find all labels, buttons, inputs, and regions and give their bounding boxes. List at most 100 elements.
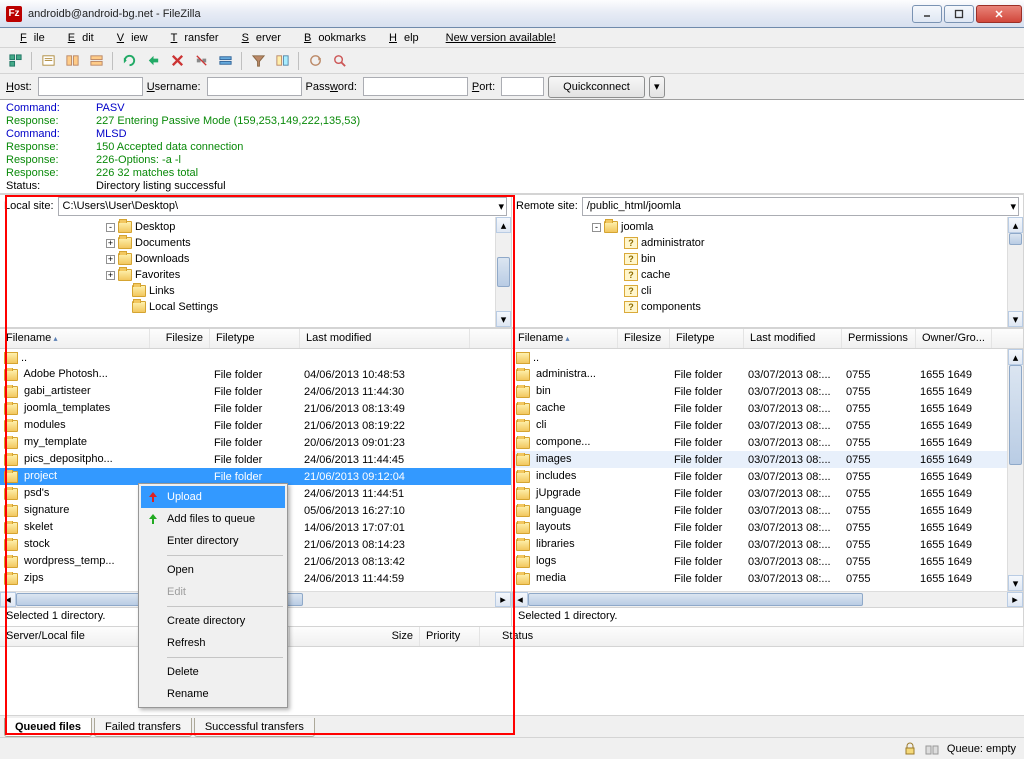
col-filetype[interactable]: Filetype xyxy=(670,329,744,348)
menu-help[interactable]: Help xyxy=(375,30,426,46)
toggle-log-icon[interactable] xyxy=(37,50,59,72)
tree-item[interactable]: Links xyxy=(0,283,511,299)
reconnect-icon[interactable] xyxy=(214,50,236,72)
scrollbar[interactable]: ▴▾ xyxy=(1007,349,1023,591)
tree-item[interactable]: +Favorites xyxy=(0,267,511,283)
ctx-refresh[interactable]: Refresh xyxy=(141,632,285,654)
tree-item[interactable]: ?bin xyxy=(512,251,1023,267)
site-manager-icon[interactable] xyxy=(4,50,26,72)
maximize-button[interactable] xyxy=(944,5,974,23)
port-input[interactable] xyxy=(501,77,544,96)
toggle-queue-icon[interactable] xyxy=(85,50,107,72)
menu-server[interactable]: Server xyxy=(228,30,288,46)
tree-item[interactable]: ?administrator xyxy=(512,235,1023,251)
list-item[interactable]: .. xyxy=(0,349,511,366)
list-item[interactable]: gabi_artisteerFile folder24/06/2013 11:4… xyxy=(0,383,511,400)
menu-bookmarks[interactable]: Bookmarks xyxy=(290,30,373,46)
list-item[interactable]: includesFile folder03/07/2013 08:...0755… xyxy=(512,468,1023,485)
ctx-delete[interactable]: Delete xyxy=(141,661,285,683)
list-item[interactable]: administra...File folder03/07/2013 08:..… xyxy=(512,366,1023,383)
col-modified[interactable]: Last modified xyxy=(744,329,842,348)
menu-new-version[interactable]: New version available! xyxy=(432,30,570,46)
col-permissions[interactable]: Permissions xyxy=(842,329,916,348)
remote-tree[interactable]: -joomla?administrator?bin?cache?cli?comp… xyxy=(512,217,1023,317)
cancel-icon[interactable] xyxy=(166,50,188,72)
col-filetype[interactable]: Filetype xyxy=(210,329,300,348)
ctx-enter-directory[interactable]: Enter directory xyxy=(141,530,285,552)
compare-icon[interactable] xyxy=(271,50,293,72)
tree-item[interactable]: +Documents xyxy=(0,235,511,251)
col-filesize[interactable]: Filesize xyxy=(618,329,670,348)
search-icon[interactable] xyxy=(328,50,350,72)
remote-list-header[interactable]: Filename Filesize Filetype Last modified… xyxy=(512,329,1023,349)
tree-item[interactable]: Local Settings xyxy=(0,299,511,315)
list-item[interactable]: my_templateFile folder20/06/2013 09:01:2… xyxy=(0,434,511,451)
local-path-combo[interactable]: C:\Users\User\Desktop\▾ xyxy=(58,197,507,216)
list-item[interactable]: compone...File folder03/07/2013 08:...07… xyxy=(512,434,1023,451)
scrollbar[interactable]: ▴▾ xyxy=(495,217,511,327)
menu-file[interactable]: File xyxy=(6,30,52,46)
list-item[interactable]: librariesFile folder03/07/2013 08:...075… xyxy=(512,536,1023,553)
list-item[interactable]: .. xyxy=(512,349,1023,366)
list-item[interactable]: modulesFile folder21/06/2013 08:19:22 xyxy=(0,417,511,434)
refresh-icon[interactable] xyxy=(118,50,140,72)
col-owner[interactable]: Owner/Gro... xyxy=(916,329,992,348)
col-modified[interactable]: Last modified xyxy=(300,329,470,348)
chevron-down-icon: ▾ xyxy=(498,200,504,213)
message-log[interactable]: Command:PASVResponse:227 Entering Passiv… xyxy=(0,100,1024,195)
ctx-create-directory[interactable]: Create directory xyxy=(141,610,285,632)
list-item[interactable]: logsFile folder03/07/2013 08:...07551655… xyxy=(512,553,1023,570)
tree-item[interactable]: -Desktop xyxy=(0,219,511,235)
list-item[interactable]: languageFile folder03/07/2013 08:...0755… xyxy=(512,502,1023,519)
remote-site-label: Remote site: xyxy=(516,200,578,212)
queue-tabs: Queued files Failed transfers Successful… xyxy=(0,715,1024,737)
menu-transfer[interactable]: Transfer xyxy=(157,30,226,46)
tree-item[interactable]: ?cache xyxy=(512,267,1023,283)
list-item[interactable]: jUpgradeFile folder03/07/2013 08:...0755… xyxy=(512,485,1023,502)
remote-file-list[interactable]: .. administra...File folder03/07/2013 08… xyxy=(512,349,1023,591)
quickconnect-dropdown-icon[interactable]: ▾ xyxy=(649,76,665,98)
ctx-add-to-queue[interactable]: Add files to queue xyxy=(141,508,285,530)
list-item[interactable]: cacheFile folder03/07/2013 08:...0755165… xyxy=(512,400,1023,417)
tree-item[interactable]: ?cli xyxy=(512,283,1023,299)
username-input[interactable] xyxy=(207,77,302,96)
list-item[interactable]: binFile folder03/07/2013 08:...07551655 … xyxy=(512,383,1023,400)
list-item[interactable]: mediaFile folder03/07/2013 08:...0755165… xyxy=(512,570,1023,587)
menu-edit[interactable]: Edit xyxy=(54,30,101,46)
tab-successful[interactable]: Successful transfers xyxy=(194,718,315,737)
scrollbar[interactable]: ▴▾ xyxy=(1007,217,1023,327)
close-button[interactable] xyxy=(976,5,1022,23)
tree-item[interactable]: -joomla xyxy=(512,219,1023,235)
ctx-upload[interactable]: Upload xyxy=(141,486,285,508)
ctx-rename[interactable]: Rename xyxy=(141,683,285,705)
scrollbar[interactable]: ◂▸ xyxy=(512,591,1023,607)
remote-path-combo[interactable]: /public_html/joomla▾ xyxy=(582,197,1019,216)
tab-failed[interactable]: Failed transfers xyxy=(94,718,192,737)
minimize-button[interactable] xyxy=(912,5,942,23)
tree-item[interactable]: ?components xyxy=(512,299,1023,315)
list-item[interactable]: pics_depositpho...File folder24/06/2013 … xyxy=(0,451,511,468)
list-item[interactable]: imagesFile folder03/07/2013 08:...075516… xyxy=(512,451,1023,468)
col-filesize[interactable]: Filesize xyxy=(150,329,210,348)
toolbar xyxy=(0,48,1024,74)
toggle-tree-icon[interactable] xyxy=(61,50,83,72)
list-item[interactable]: cliFile folder03/07/2013 08:...07551655 … xyxy=(512,417,1023,434)
menu-view[interactable]: View xyxy=(103,30,155,46)
sync-browse-icon[interactable] xyxy=(304,50,326,72)
local-list-header[interactable]: Filename Filesize Filetype Last modified xyxy=(0,329,511,349)
disconnect-icon[interactable] xyxy=(190,50,212,72)
col-filename[interactable]: Filename xyxy=(512,329,618,348)
local-tree[interactable]: -Desktop+Documents+Downloads+FavoritesLi… xyxy=(0,217,511,317)
list-item[interactable]: layoutsFile folder03/07/2013 08:...07551… xyxy=(512,519,1023,536)
list-item[interactable]: joomla_templatesFile folder21/06/2013 08… xyxy=(0,400,511,417)
filter-icon[interactable] xyxy=(247,50,269,72)
process-queue-icon[interactable] xyxy=(142,50,164,72)
quickconnect-button[interactable]: Quickconnect xyxy=(548,76,645,98)
ctx-open[interactable]: Open xyxy=(141,559,285,581)
col-filename[interactable]: Filename xyxy=(0,329,150,348)
password-input[interactable] xyxy=(363,77,468,96)
tree-item[interactable]: +Downloads xyxy=(0,251,511,267)
tab-queued[interactable]: Queued files xyxy=(4,718,92,737)
list-item[interactable]: Adobe Photosh...File folder04/06/2013 10… xyxy=(0,366,511,383)
host-input[interactable] xyxy=(38,77,143,96)
